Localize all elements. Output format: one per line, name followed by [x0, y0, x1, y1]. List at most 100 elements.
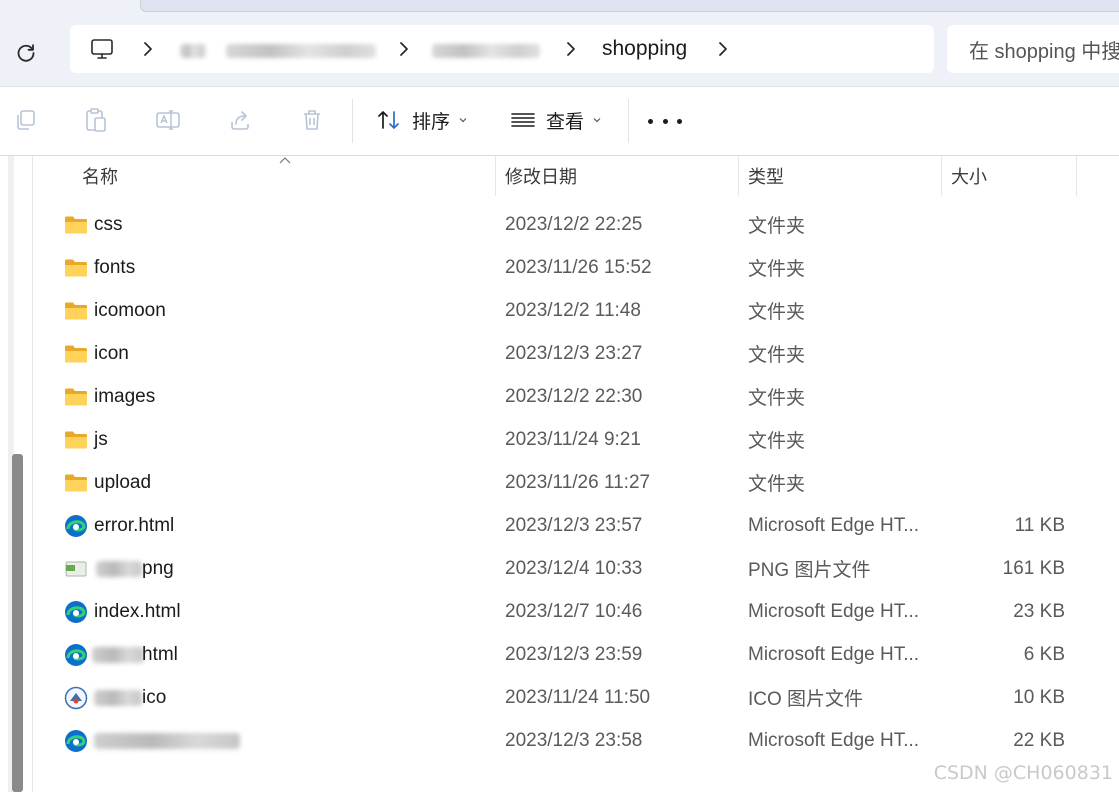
column-header-type[interactable]: 类型	[748, 156, 784, 196]
blurred-filename	[94, 733, 240, 749]
column-separator[interactable]	[495, 156, 496, 196]
view-button[interactable]: 查看	[510, 103, 602, 137]
paste-button[interactable]	[81, 105, 111, 135]
chevron-right-icon[interactable]	[138, 39, 158, 59]
file-row[interactable]: error.html 2023/12/3 23:57 Microsoft Edg…	[34, 504, 1119, 547]
breadcrumb-segment-blurred[interactable]	[180, 44, 206, 58]
column-separator[interactable]	[1076, 156, 1077, 196]
column-header-modified[interactable]: 修改日期	[505, 156, 577, 196]
blurred-filename	[94, 690, 142, 706]
more-dot-icon	[677, 118, 682, 124]
delete-button[interactable]	[297, 105, 327, 135]
file-type: 文件夹	[748, 302, 806, 323]
file-date: 2023/12/2 11:48	[505, 299, 641, 321]
rename-button[interactable]	[153, 105, 183, 135]
file-type: Microsoft Edge HT...	[748, 600, 920, 622]
file-type: Microsoft Edge HT...	[748, 514, 920, 536]
copy-button[interactable]	[10, 105, 40, 135]
refresh-icon	[17, 44, 35, 62]
breadcrumb-current-folder[interactable]: shopping	[602, 25, 687, 73]
chevron-down-icon	[593, 118, 601, 123]
ico-file-icon	[64, 686, 88, 710]
column-header-name[interactable]: 名称	[82, 156, 118, 196]
file-size: 161 KB	[1002, 557, 1065, 579]
blurred-filename	[92, 647, 144, 663]
more-options-button[interactable]	[648, 111, 682, 131]
file-name: icomoon	[94, 299, 166, 321]
folder-icon	[65, 216, 87, 234]
file-row[interactable]: css 2023/12/2 22:25 文件夹	[34, 203, 1119, 246]
toolbar-separator	[628, 99, 629, 143]
file-row[interactable]: icomoon 2023/12/2 11:48 文件夹	[34, 289, 1119, 332]
file-row[interactable]: 2023/12/3 23:58 Microsoft Edge HT... 22 …	[34, 719, 1119, 762]
more-dot-icon	[662, 118, 668, 124]
file-type: 文件夹	[748, 259, 806, 280]
file-name: fonts	[94, 256, 136, 278]
command-bar: 排序 查看	[0, 87, 1119, 155]
file-date: 2023/12/2 22:25	[505, 213, 643, 235]
file-row[interactable]: index.html 2023/12/7 10:46 Microsoft Edg…	[34, 590, 1119, 633]
edge-icon	[65, 644, 87, 666]
breadcrumb-segment-blurred[interactable]	[432, 44, 540, 58]
this-pc-icon[interactable]	[90, 38, 114, 60]
file-row[interactable]: html 2023/12/3 23:59 Microsoft Edge HT..…	[34, 633, 1119, 676]
file-type: 文件夹	[748, 474, 806, 495]
folder-icon	[65, 431, 87, 449]
file-name: error.html	[94, 514, 175, 536]
file-name: png	[142, 557, 174, 579]
file-row[interactable]: png 2023/12/4 10:33 PNG 图片文件 161 KB	[34, 547, 1119, 590]
column-header-size[interactable]: 大小	[951, 156, 987, 196]
file-date: 2023/12/4 10:33	[505, 557, 643, 579]
refresh-button[interactable]	[8, 34, 44, 70]
view-list-icon	[511, 113, 535, 127]
paste-icon	[86, 108, 106, 132]
file-row[interactable]: fonts 2023/11/26 15:52 文件夹	[34, 246, 1119, 289]
chevron-right-icon[interactable]	[394, 39, 414, 59]
file-name: index.html	[94, 600, 181, 622]
file-type: 文件夹	[748, 345, 806, 366]
folder-icon	[65, 474, 87, 492]
png-file-icon	[65, 561, 87, 577]
file-date: 2023/11/26 11:27	[505, 471, 651, 493]
file-row[interactable]: ico 2023/11/24 11:50 ICO 图片文件 10 KB	[34, 676, 1119, 719]
file-name: css	[94, 213, 123, 235]
breadcrumb-segment-blurred[interactable]	[226, 44, 376, 58]
folder-icon	[65, 345, 87, 363]
scrollbar-thumb[interactable]	[12, 454, 23, 792]
edge-icon	[65, 730, 87, 752]
file-date: 2023/12/3 23:27	[505, 342, 643, 364]
file-size: 6 KB	[1023, 643, 1065, 665]
sort-label: 排序	[412, 111, 451, 133]
file-name: js	[94, 428, 108, 450]
copy-icon	[17, 110, 35, 130]
chevron-right-icon[interactable]	[561, 39, 581, 59]
file-size	[944, 203, 1065, 246]
file-type: ICO 图片文件	[748, 689, 864, 710]
file-size: 22 KB	[1013, 729, 1065, 751]
chevron-right-icon[interactable]	[713, 39, 733, 59]
window-top-strip	[0, 0, 1119, 14]
file-date: 2023/12/3 23:58	[505, 729, 643, 751]
file-name: html	[142, 643, 178, 665]
watermark: CSDN @CH060831	[933, 762, 1113, 784]
rename-icon	[156, 110, 180, 130]
file-row[interactable]: js 2023/11/24 9:21 文件夹	[34, 418, 1119, 461]
view-label: 查看	[546, 111, 585, 133]
share-icon	[231, 111, 249, 130]
file-type: Microsoft Edge HT...	[748, 643, 920, 665]
breadcrumb[interactable]: shopping	[70, 25, 934, 73]
sort-button[interactable]: 排序	[376, 103, 468, 137]
column-separator[interactable]	[738, 156, 739, 196]
file-row[interactable]: images 2023/12/2 22:30 文件夹	[34, 375, 1119, 418]
file-row[interactable]: icon 2023/12/3 23:27 文件夹	[34, 332, 1119, 375]
file-date: 2023/12/3 23:57	[505, 514, 643, 536]
search-input[interactable]: 在 shopping 中搜	[947, 25, 1119, 73]
file-date: 2023/11/26 15:52	[505, 256, 652, 278]
toolbar-separator	[352, 99, 353, 143]
share-button[interactable]	[225, 105, 255, 135]
tab-area	[140, 0, 1119, 12]
folder-icon	[65, 302, 87, 320]
file-name: icon	[94, 342, 129, 364]
column-separator[interactable]	[941, 156, 942, 196]
file-row[interactable]: upload 2023/11/26 11:27 文件夹	[34, 461, 1119, 504]
